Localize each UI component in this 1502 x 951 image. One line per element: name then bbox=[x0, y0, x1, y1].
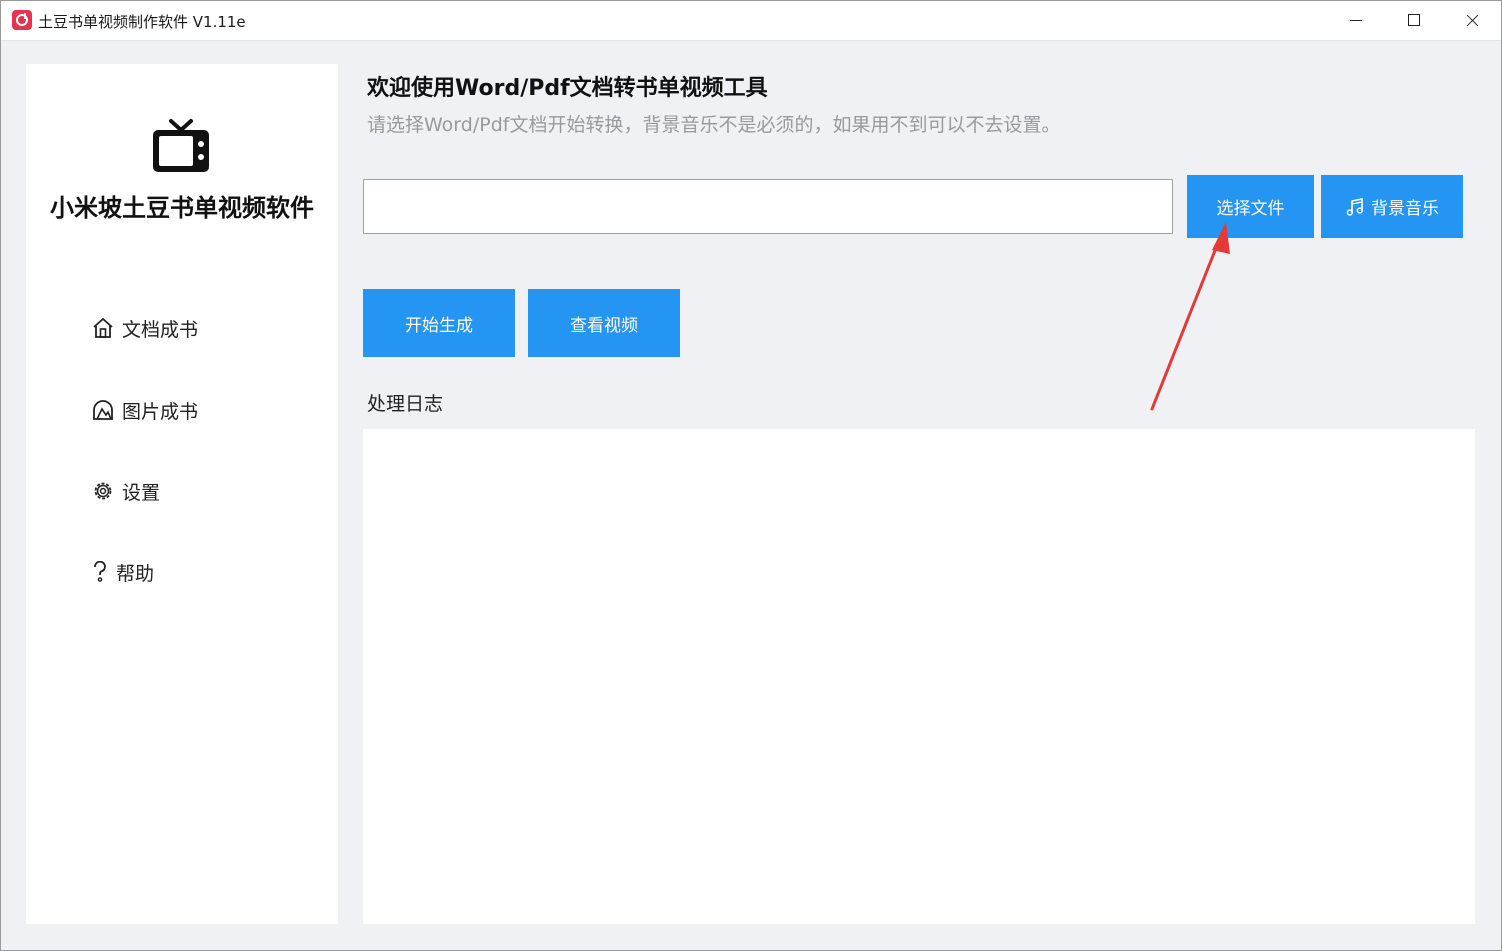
background-music-button[interactable]: 背景音乐 bbox=[1321, 175, 1463, 238]
music-note-icon bbox=[1346, 197, 1363, 216]
sidebar-item-label: 帮助 bbox=[116, 562, 155, 585]
view-video-button-label: 查看视频 bbox=[570, 315, 638, 336]
title-bar[interactable]: 土豆书单视频制作软件 V1.11e bbox=[1, 1, 1501, 41]
sidebar-item-label: 设置 bbox=[122, 481, 161, 504]
minimize-button[interactable] bbox=[1327, 1, 1385, 40]
brand-name: 小米坡土豆书单视频软件 bbox=[50, 194, 314, 222]
maximize-button[interactable] bbox=[1385, 1, 1443, 40]
sidebar-item-help[interactable]: 帮助 bbox=[92, 557, 154, 587]
image-book-icon bbox=[93, 400, 113, 420]
page-title: 欢迎使用Word/Pdf文档转书单视频工具 bbox=[367, 76, 768, 101]
gear-icon bbox=[94, 482, 112, 500]
sidebar-item-label: 文档成书 bbox=[122, 318, 199, 341]
app-logo-icon bbox=[12, 10, 32, 30]
sidebar: 小米坡土豆书单视频软件 文档成书 图片成书 设置 帮助 bbox=[26, 64, 338, 924]
sidebar-item-settings[interactable]: 设置 bbox=[92, 476, 160, 506]
file-path-input[interactable] bbox=[363, 179, 1173, 234]
select-file-button-label: 选择文件 bbox=[1216, 199, 1285, 219]
sidebar-item-label: 图片成书 bbox=[122, 400, 199, 423]
sidebar-item-image-book[interactable]: 图片成书 bbox=[92, 395, 198, 425]
select-file-button[interactable]: 选择文件 bbox=[1187, 175, 1314, 238]
log-textarea[interactable] bbox=[363, 429, 1475, 924]
log-label: 处理日志 bbox=[367, 393, 444, 415]
page-subtitle: 请选择Word/Pdf文档开始转换，背景音乐不是必须的，如果用不到可以不去设置。 bbox=[367, 114, 1061, 136]
close-button[interactable] bbox=[1443, 1, 1501, 40]
start-generate-button[interactable]: 开始生成 bbox=[363, 289, 515, 357]
tv-icon bbox=[153, 119, 209, 172]
window-title: 土豆书单视频制作软件 V1.11e bbox=[38, 13, 246, 31]
view-video-button[interactable]: 查看视频 bbox=[528, 289, 680, 357]
background-music-button-label: 背景音乐 bbox=[1371, 199, 1439, 219]
sidebar-item-document-book[interactable]: 文档成书 bbox=[92, 313, 198, 343]
question-icon bbox=[94, 561, 106, 582]
home-icon bbox=[93, 317, 113, 338]
start-generate-button-label: 开始生成 bbox=[405, 315, 473, 336]
